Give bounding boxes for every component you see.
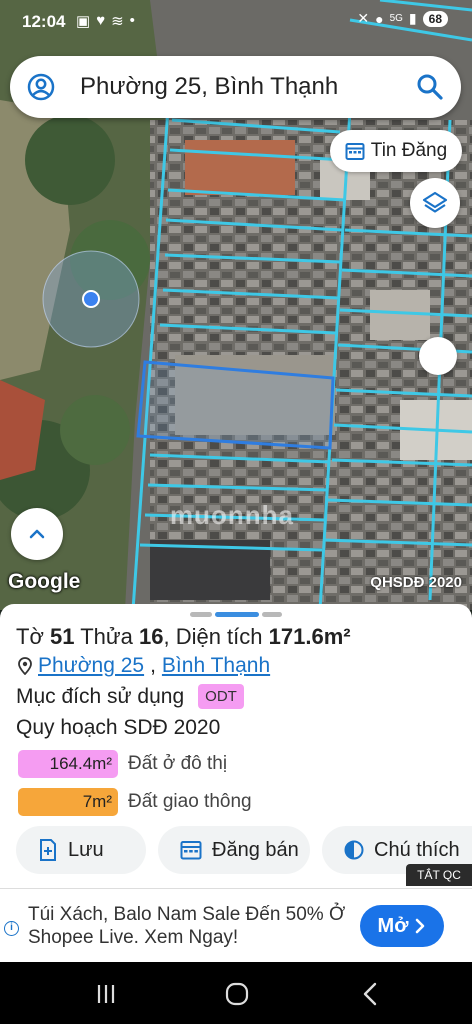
google-logo: Google [8, 570, 81, 593]
plot-number: 16 [138, 624, 164, 649]
purpose-label: Mục đích sử dụng [16, 684, 185, 708]
chevron-up-icon [29, 529, 45, 539]
search-query[interactable]: Phường 25, Bình Thạnh [80, 73, 338, 101]
plot-number-label: Thửa [80, 624, 133, 649]
map-layer-label: QHSDĐ 2020 [370, 574, 462, 591]
my-location-dot [82, 290, 100, 308]
parcel-summary: Tờ 51 Thửa 16, Diện tích 171.6m² [16, 624, 351, 649]
zone-area-chip: 7m² [18, 788, 118, 816]
heart-app-icon: ♥ [96, 12, 106, 29]
network-icon: 5G [389, 13, 403, 24]
legend-label: Chú thích [374, 838, 460, 861]
area-value: 171.6m² [268, 624, 351, 649]
location-icon: ● [375, 10, 384, 27]
status-bar: 12:04 ▣ ♥ ≋ • ✕ ● 5G ▮ 68 [0, 0, 472, 46]
dot-icon: • [129, 12, 135, 29]
ad-open-button[interactable]: Mở [360, 905, 444, 947]
search-bar[interactable]: Phường 25, Bình Thạnh [10, 56, 461, 118]
recent-apps-icon[interactable] [91, 980, 121, 1008]
post-sale-button[interactable]: Đăng bán [158, 826, 310, 874]
zone-area-chip: 164.4m² [18, 750, 118, 778]
save-button[interactable]: Lưu [16, 826, 146, 874]
calendar-icon [180, 841, 202, 860]
layers-icon [422, 191, 448, 213]
mute-icon: ✕ [357, 10, 370, 26]
ad-text[interactable]: Túi Xách, Balo Nam Sale Đến 50% Ở Shopee… [28, 903, 348, 949]
account-icon[interactable] [26, 72, 56, 102]
add-bookmark-icon [40, 839, 56, 861]
ad-open-label: Mở [377, 914, 409, 937]
back-icon[interactable] [356, 980, 386, 1008]
signal-icon: ▮ [408, 10, 417, 26]
save-label: Lưu [68, 838, 104, 861]
ad-info-icon[interactable]: i [4, 921, 19, 936]
purpose-code-badge: ODT [198, 684, 244, 709]
zone-label: Đất giao thông [128, 791, 252, 812]
signal-app-icon: ≋ [111, 13, 124, 30]
watermark: muonnha [170, 500, 294, 530]
layers-button[interactable] [410, 178, 460, 228]
land-purpose-row: Mục đích sử dụng ODT [16, 684, 244, 709]
sheet-handle-active[interactable] [215, 612, 259, 617]
selected-parcel[interactable] [136, 360, 335, 450]
zone-label: Đất ở đô thị [128, 753, 228, 774]
zone-row: 164.4m² Đất ở đô thị [18, 750, 227, 778]
search-icon[interactable] [415, 72, 445, 102]
district-link[interactable]: Bình Thạnh [162, 654, 270, 678]
sheet-handle[interactable] [190, 612, 212, 617]
sheet-number-label: Tờ [16, 624, 44, 649]
location-pin-icon [18, 657, 32, 675]
plan-title: Quy hoạch SDĐ 2020 [16, 716, 221, 739]
battery-icon: 68 [422, 10, 448, 27]
close-ad-button[interactable]: TẮT QC [406, 864, 472, 886]
expand-up-button[interactable] [11, 508, 63, 560]
calendar-icon [345, 143, 365, 160]
battery-level: 68 [428, 11, 442, 26]
status-time: 12:04 [22, 12, 66, 31]
sheet-number: 51 [50, 624, 75, 649]
system-nav-bar [0, 962, 472, 1024]
post-sale-label: Đăng bán [212, 838, 299, 861]
parcel-info-sheet: Tờ 51 Thửa 16, Diện tích 171.6m² Phường … [0, 604, 472, 890]
map-marker-button[interactable] [419, 337, 457, 375]
chevron-right-icon [416, 918, 425, 934]
listings-label: Tin Đăng [370, 140, 448, 161]
zone-row: 7m² Đất giao thông [18, 788, 252, 816]
screenshot-icon: ▣ [76, 13, 91, 30]
ward-link[interactable]: Phường 25 [38, 654, 144, 678]
home-icon[interactable] [222, 980, 252, 1008]
ad-banner[interactable]: i Túi Xách, Balo Nam Sale Đến 50% Ở Shop… [0, 888, 472, 962]
area-label: Diện tích [175, 624, 263, 649]
sheet-handle[interactable] [262, 612, 282, 617]
map-view[interactable]: 12:04 ▣ ♥ ≋ • ✕ ● 5G ▮ 68 Phường 25, Bìn… [0, 0, 472, 610]
listings-button[interactable]: Tin Đăng [330, 130, 462, 172]
contrast-icon [344, 840, 364, 860]
parcel-address: Phường 25, Bình Thạnh [18, 654, 270, 678]
